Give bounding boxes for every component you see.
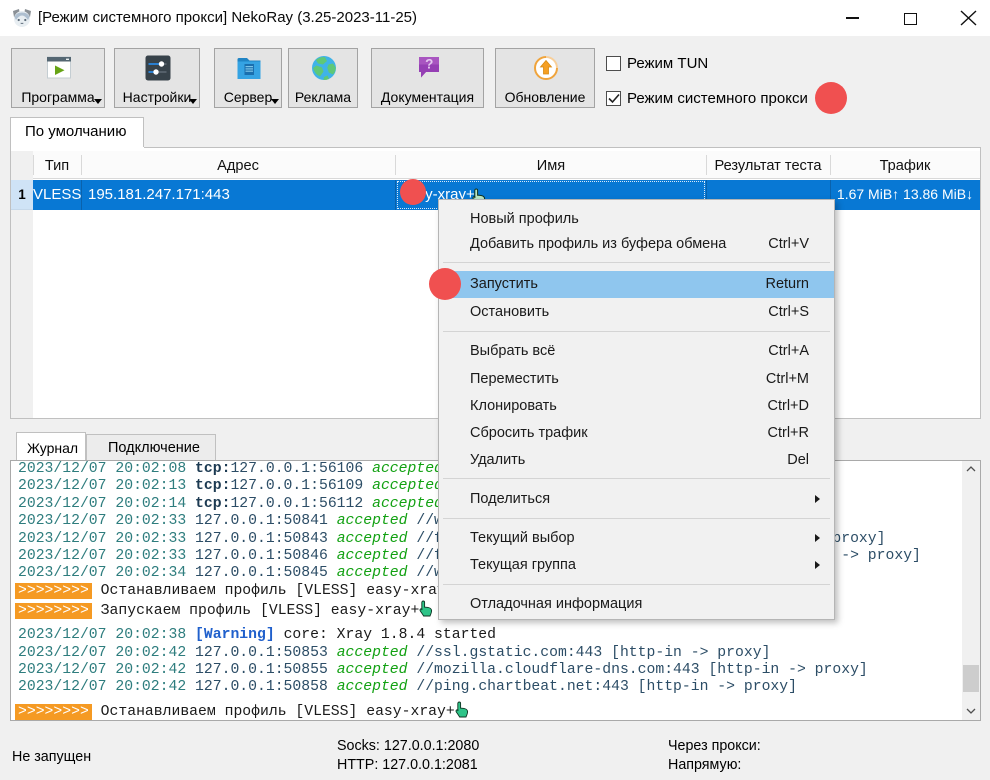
svg-text:?: ? — [425, 57, 433, 72]
